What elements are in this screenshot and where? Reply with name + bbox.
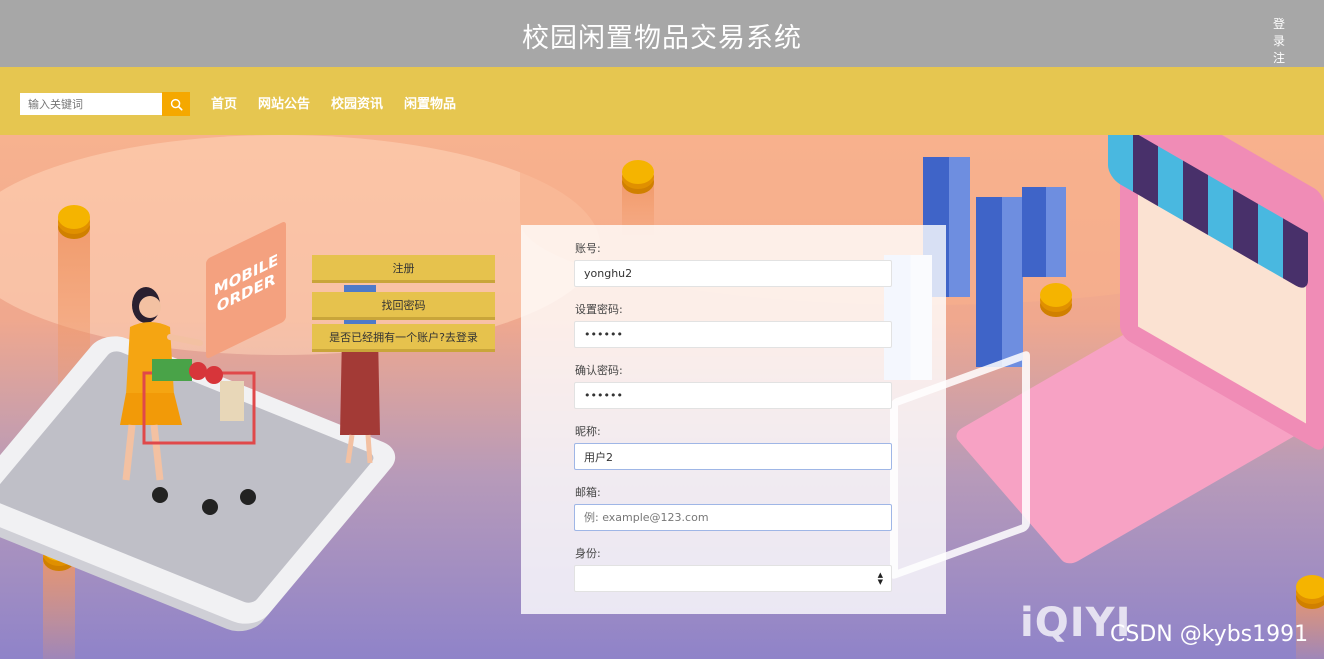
search-input[interactable] [20, 93, 162, 115]
shopper-illustration [120, 287, 256, 515]
bar-graphic [976, 197, 1023, 367]
nav-idle-items[interactable]: 闲置物品 [404, 93, 456, 112]
account-label: 账号: [575, 242, 601, 255]
coin-icon [1040, 283, 1072, 307]
register-form: 账号: 设置密码: 确认密码: 昵称: 邮箱: 身份: ▲▼ [521, 225, 946, 614]
select-arrow-icon: ▲ ▼ [877, 571, 883, 586]
top-header: 校园闲置物品交易系统 登录 注册 [0, 0, 1324, 82]
role-label: 身份: [575, 547, 601, 560]
confirm-password-label: 确认密码: [575, 364, 623, 377]
background-blob [0, 135, 600, 355]
nav-campus-news[interactable]: 校园资讯 [331, 93, 383, 112]
nav-home[interactable]: 首页 [211, 93, 237, 112]
nav-links: 首页 网站公告 校园资讯 闲置物品 [211, 93, 456, 112]
forgot-password-button[interactable]: 找回密码 [312, 292, 495, 317]
nav-bar: 首页 网站公告 校园资讯 闲置物品 [0, 67, 1324, 135]
register-button[interactable]: 注册 [312, 255, 495, 280]
coin-icon [1296, 575, 1324, 599]
nickname-label: 昵称: [575, 425, 601, 438]
go-login-button[interactable]: 是否已经拥有一个账户?去登录 [312, 324, 495, 349]
email-field[interactable] [574, 504, 892, 531]
bar-graphic [1022, 187, 1066, 277]
login-link[interactable]: 登录 [1262, 16, 1298, 50]
coin-pillar [43, 550, 75, 659]
password-field[interactable] [574, 321, 892, 348]
coin-icon [58, 205, 90, 229]
confirm-password-field[interactable] [574, 382, 892, 409]
search-icon [170, 98, 183, 111]
nickname-field[interactable] [574, 443, 892, 470]
nav-announcements[interactable]: 网站公告 [258, 93, 310, 112]
role-select[interactable]: ▲ ▼ [574, 565, 892, 592]
csdn-watermark: CSDN @kybs1991 [1110, 622, 1309, 647]
email-label: 邮箱: [575, 486, 601, 499]
account-field[interactable] [574, 260, 892, 287]
coin-icon [622, 160, 654, 184]
password-label: 设置密码: [575, 303, 623, 316]
site-title: 校园闲置物品交易系统 [522, 23, 802, 54]
search-button[interactable] [162, 92, 190, 116]
